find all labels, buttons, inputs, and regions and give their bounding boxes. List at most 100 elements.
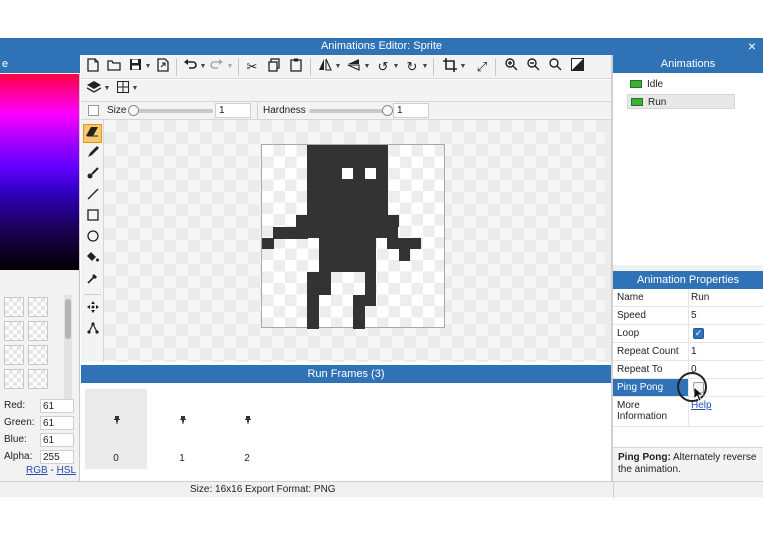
rotate-right-icon[interactable]: ↻	[404, 58, 420, 76]
zoom-out-icon[interactable]	[525, 58, 541, 76]
palette-scrollbar[interactable]	[64, 295, 72, 405]
main-toolbar: ▼ ▼ ▼ ✂ ▼ ▼ ↺ ▼ ↻ ▼ ▼ ⤢	[81, 55, 611, 79]
palette-swatch[interactable]	[28, 321, 48, 341]
sprite-eye-left	[342, 168, 353, 179]
color-panel-header: e	[0, 55, 80, 73]
frame-thumbnail[interactable]: 1	[151, 389, 213, 469]
paste-icon[interactable]	[288, 58, 304, 76]
hardness-slider[interactable]	[309, 109, 389, 113]
mirror-icon[interactable]	[346, 58, 362, 76]
size-slider[interactable]	[131, 109, 213, 113]
alpha-input[interactable]: 255	[40, 450, 74, 464]
blue-input[interactable]: 61	[40, 433, 74, 447]
palette-swatch[interactable]	[28, 345, 48, 365]
crop-dropdown-icon[interactable]: ▼	[459, 58, 467, 76]
palette-swatch[interactable]	[28, 369, 48, 389]
undo-icon[interactable]	[182, 58, 198, 76]
animation-item-run[interactable]: Run	[627, 94, 735, 109]
property-row-repeat-count[interactable]: Repeat Count 1	[613, 343, 763, 361]
hardness-slider-handle[interactable]	[382, 105, 393, 116]
flip-dropdown-icon[interactable]: ▼	[334, 58, 342, 76]
brush-icon[interactable]	[83, 166, 102, 185]
rotate-left-icon[interactable]: ↺	[375, 58, 391, 76]
grid-dropdown-icon[interactable]: ▼	[131, 80, 139, 98]
resize-icon[interactable]: ⤢	[474, 58, 490, 76]
palette-swatch[interactable]	[28, 297, 48, 317]
hsl-link[interactable]: HSL	[57, 465, 76, 476]
property-key: Repeat To	[617, 364, 663, 375]
shape-checkbox[interactable]	[88, 105, 99, 116]
toolbar-separator	[310, 58, 311, 76]
run-frames-title: Run Frames (3)	[307, 368, 385, 380]
frame-number: 1	[179, 453, 185, 464]
toolbar-separator	[495, 58, 496, 76]
rotate-left-dropdown-icon[interactable]: ▼	[392, 58, 400, 76]
palette-swatch[interactable]	[4, 369, 24, 389]
property-row-loop[interactable]: Loop ✓	[613, 325, 763, 343]
color-panel: e Red: 61 Green: 61 Blue: 61 Alpha: 255 …	[0, 55, 80, 481]
new-file-icon[interactable]	[85, 58, 101, 76]
pencil-icon[interactable]	[83, 145, 102, 164]
animation-item-idle[interactable]: Idle	[627, 77, 735, 92]
red-input[interactable]: 61	[40, 399, 74, 413]
rotate-right-dropdown-icon[interactable]: ▼	[421, 58, 429, 76]
name-value[interactable]: Run	[691, 292, 709, 303]
color-spectrum[interactable]	[0, 74, 79, 270]
frame-number: 0	[113, 453, 119, 464]
scrollbar-thumb[interactable]	[65, 299, 71, 339]
palette-swatch[interactable]	[4, 345, 24, 365]
size-slider-handle[interactable]	[128, 105, 139, 116]
redo-dropdown-icon[interactable]: ▼	[226, 58, 234, 76]
frame-thumbnail[interactable]: 0	[85, 389, 147, 469]
size-input[interactable]: 1	[215, 103, 251, 118]
loop-checkbox[interactable]: ✓	[693, 328, 704, 339]
property-key: Speed	[617, 310, 646, 321]
export-icon[interactable]	[155, 58, 171, 76]
close-icon[interactable]: ×	[745, 38, 759, 54]
sprite-canvas[interactable]	[261, 144, 445, 329]
copy-icon[interactable]	[266, 58, 282, 76]
open-folder-icon[interactable]	[106, 58, 122, 76]
property-row-name[interactable]: Name Run	[613, 289, 763, 307]
ellipse-icon[interactable]	[83, 229, 102, 248]
layers-dropdown-icon[interactable]: ▼	[103, 80, 111, 98]
flip-horizontal-icon[interactable]	[317, 58, 333, 76]
eraser-icon[interactable]	[83, 124, 102, 143]
mirror-dropdown-icon[interactable]: ▼	[363, 58, 371, 76]
grid-icon[interactable]	[115, 80, 131, 98]
undo-dropdown-icon[interactable]: ▼	[199, 58, 207, 76]
palette-swatch[interactable]	[4, 297, 24, 317]
rgb-link[interactable]: RGB	[26, 465, 48, 476]
move-icon[interactable]	[83, 300, 102, 319]
sprite-arm-right	[387, 215, 399, 227]
skeleton-icon[interactable]	[83, 321, 102, 340]
line-icon[interactable]	[83, 187, 102, 206]
save-dropdown-icon[interactable]: ▼	[144, 58, 152, 76]
palette-swatch[interactable]	[4, 321, 24, 341]
save-icon[interactable]	[127, 58, 143, 76]
transparency-toggle-icon[interactable]	[569, 58, 585, 76]
redo-icon[interactable]	[209, 58, 225, 76]
property-row-speed[interactable]: Speed 5	[613, 307, 763, 325]
blue-label: Blue:	[4, 434, 27, 445]
size-hardness-bar: Size 1 Hardness 1	[81, 102, 611, 120]
frame-thumbnail[interactable]: 2	[216, 389, 278, 469]
cut-icon[interactable]: ✂	[244, 58, 260, 76]
crop-icon[interactable]	[442, 58, 458, 76]
speed-value[interactable]: 5	[691, 310, 697, 321]
hardness-input[interactable]: 1	[393, 103, 429, 118]
fill-bucket-icon[interactable]	[83, 250, 102, 269]
eyedropper-icon[interactable]	[83, 271, 102, 290]
layers-icon[interactable]	[83, 80, 105, 98]
rectangle-icon[interactable]	[83, 208, 102, 227]
description-title: Ping Pong:	[618, 452, 671, 463]
window-title: Animations Editor: Sprite	[320, 40, 443, 52]
green-input[interactable]: 61	[40, 416, 74, 430]
repeat-count-value[interactable]: 1	[691, 346, 697, 357]
status-bar: Size: 16x16 Export Format: PNG	[0, 481, 763, 498]
sprite-leg-right	[365, 272, 376, 306]
zoom-fit-icon[interactable]	[547, 58, 563, 76]
property-description: Ping Pong: Alternately reverse the anima…	[613, 447, 763, 481]
animation-icon	[631, 98, 643, 106]
zoom-in-icon[interactable]	[503, 58, 519, 76]
